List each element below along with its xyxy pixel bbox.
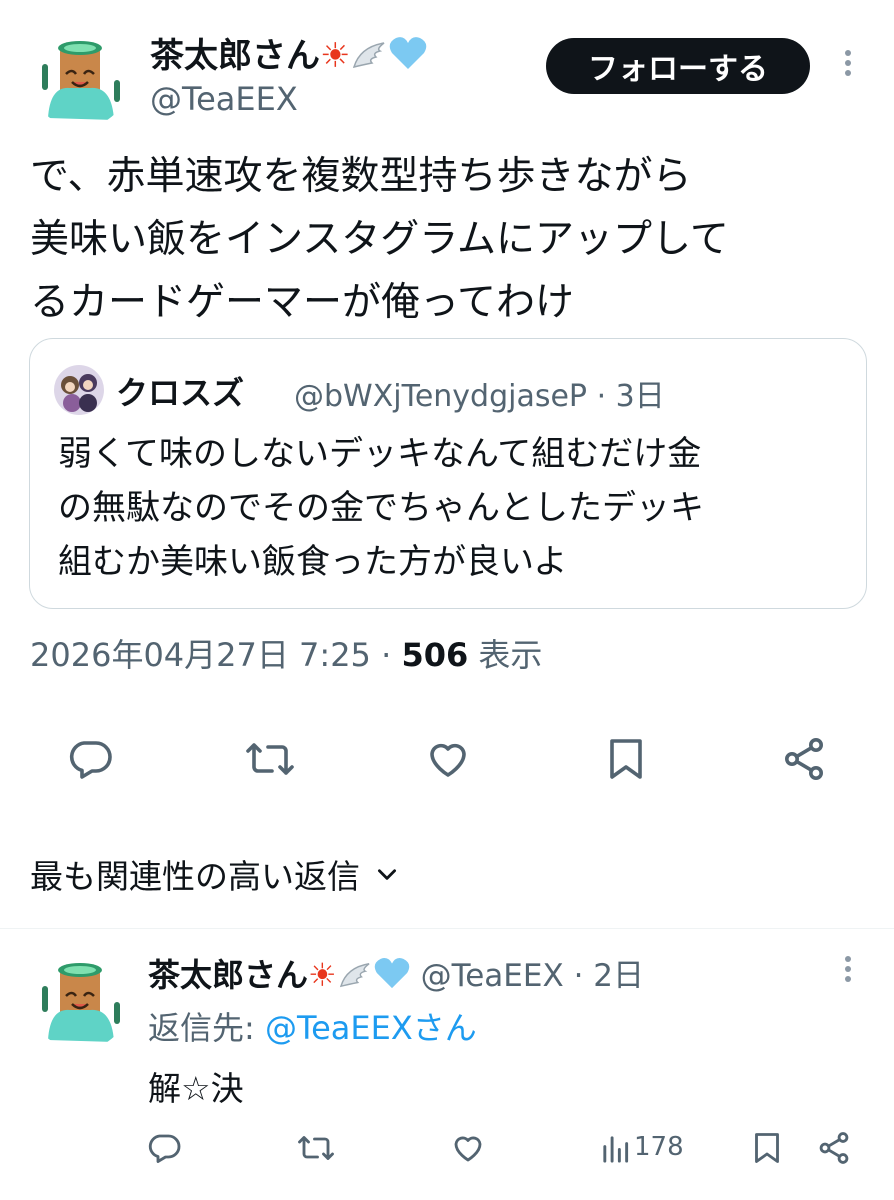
tweet-text-line: で、赤単速攻を複数型持ち歩きながら (30, 154, 692, 199)
replies-sort-dropdown[interactable]: 最も関連性の高い返信 (30, 850, 400, 898)
tweet-text-line: るカードゲーマーが俺ってわけ (30, 280, 575, 325)
quote-author-name[interactable]: クロスズ (116, 368, 244, 414)
reply-author-meta: @TeaEEX · 2日 (411, 958, 644, 994)
views-count: 506 (401, 636, 469, 674)
retweet-icon[interactable] (296, 1130, 336, 1166)
reply-to-label: 返信先: (148, 1009, 265, 1047)
replies-sort-label: 最も関連性の高い返信 (30, 857, 360, 896)
reply-to-line: 返信先: @TeaEEXさん (148, 1003, 477, 1049)
tweet-meta: 2026年04月27日 7:25 · 506 表示 (30, 630, 542, 676)
reply-time[interactable]: 2日 (593, 958, 644, 994)
reply-text: 解☆決 (148, 1069, 244, 1108)
follow-button[interactable]: フォローする (546, 38, 810, 94)
quote-author-avatar[interactable] (54, 365, 104, 415)
quote-text-line: の無駄なのでその金でちゃんとしたデッキ (58, 488, 704, 528)
bookmark-icon[interactable] (750, 1130, 784, 1166)
sun-emoji: ☀ (320, 36, 351, 76)
divider (0, 928, 894, 929)
reply-icon[interactable] (66, 735, 114, 783)
quote-author-handle: @bWXjTenydgjaseP (294, 379, 588, 414)
separator: · (587, 379, 616, 414)
heart-emoji (388, 36, 428, 76)
quote-text-line: 組むか美味い飯食った方が良いよ (58, 542, 568, 582)
like-icon[interactable] (424, 735, 472, 783)
wing-emoji (337, 956, 373, 994)
tweet-text-line: 美味い飯をインスタグラムにアップして (30, 217, 729, 262)
reply-icon[interactable] (146, 1130, 182, 1166)
bookmark-icon[interactable] (604, 735, 648, 783)
quote-text-line: 弱くて味のしないデッキなんて組むだけ金 (58, 434, 702, 474)
sun-emoji: ☀ (308, 956, 337, 994)
reply-action-bar: 178 (0, 1128, 894, 1172)
like-icon[interactable] (450, 1130, 486, 1166)
reply-more-options-icon[interactable] (838, 952, 858, 996)
wing-emoji (350, 36, 388, 76)
chevron-down-icon (378, 869, 396, 880)
tweet-date[interactable]: 2026年04月27日 7:25 (30, 636, 371, 674)
separator: · (370, 636, 402, 674)
reply-author-name[interactable]: 茶太郎さん☀ @TeaEEX · 2日 (148, 950, 644, 996)
quote-author-meta[interactable]: @bWXjTenydgjaseP · 3日 (294, 371, 665, 415)
author-name[interactable]: 茶太郎さん☀ (150, 28, 428, 77)
reply-author-handle[interactable]: @TeaEEX (421, 958, 564, 994)
author-avatar[interactable] (30, 28, 130, 128)
quoted-tweet[interactable]: クロスズ @bWXjTenydgjaseP · 3日 弱くて味のしないデッキなん… (29, 338, 867, 609)
share-icon[interactable] (780, 735, 828, 783)
retweet-icon[interactable] (244, 735, 296, 783)
reply-views-count: 178 (634, 1132, 684, 1162)
views-button[interactable] (600, 1132, 630, 1164)
analytics-icon (603, 1136, 629, 1163)
reply-author-avatar[interactable] (30, 950, 130, 1050)
tweet-action-bar (0, 735, 894, 795)
tweet-text: で、赤単速攻を複数型持ち歩きながら 美味い飯をインスタグラムにアップして るカー… (30, 145, 870, 334)
quote-text: 弱くて味のしないデッキなんて組むだけ金 の無駄なのでその金でちゃんとしたデッキ … (58, 427, 704, 589)
heart-emoji (373, 956, 411, 994)
quote-time: 3日 (615, 379, 665, 414)
reply-to-handle-link[interactable]: @TeaEEXさん (265, 1009, 477, 1047)
separator: · (563, 958, 594, 994)
share-icon[interactable] (816, 1130, 852, 1166)
more-options-icon[interactable] (838, 46, 858, 90)
author-handle[interactable]: @TeaEEX (150, 80, 298, 118)
views-label: 表示 (468, 636, 543, 674)
